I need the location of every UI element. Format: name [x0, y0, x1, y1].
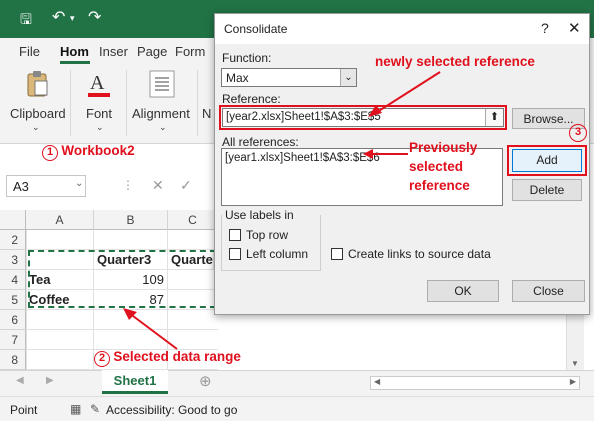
reference-label: Reference: [222, 92, 281, 106]
ok-button[interactable]: OK [427, 280, 499, 302]
help-button[interactable]: ? [541, 20, 549, 36]
close-button[interactable]: Close [512, 280, 585, 302]
annotation-previous-1: Previously [409, 140, 478, 155]
close-icon[interactable]: ✕ [568, 19, 581, 37]
annotation-previous-3: reference [409, 178, 470, 193]
redo-icon[interactable]: ↷ [88, 7, 101, 27]
tab-insert[interactable]: Inser [99, 44, 128, 59]
function-label: Function: [222, 51, 272, 65]
annotation-previous-2: selected [409, 159, 464, 174]
annotation-text: Workbook2 [61, 143, 135, 158]
accessibility-icon[interactable]: ✎ [90, 402, 100, 416]
name-box-value: A3 [13, 179, 29, 194]
reference-value: [year2.xlsx]Sheet1!$A$3:$E$5 [226, 111, 381, 123]
create-links-label[interactable]: Create links to source data [348, 247, 491, 261]
alignment-group[interactable]: Alignment ⌄ [130, 70, 194, 138]
scroll-left-icon[interactable]: ◀ [16, 375, 24, 386]
tab-page-layout[interactable]: Page [137, 44, 167, 59]
annotation-number: 1 [42, 145, 58, 161]
ribbon-separator [126, 70, 127, 136]
scroll-right-icon[interactable]: ▶ [46, 375, 54, 386]
row-header[interactable]: 3 [0, 250, 26, 270]
enter-icon[interactable]: ✓ [180, 177, 192, 194]
row-header[interactable]: 7 [0, 330, 26, 350]
function-select[interactable]: Max ⌄ [221, 68, 357, 87]
use-labels-group [221, 215, 321, 271]
all-references-label: All references: [222, 135, 299, 149]
annotation-add-number: 3 [569, 124, 587, 142]
annotation-number: 2 [94, 351, 110, 367]
chevron-down-icon[interactable]: ⌄ [340, 69, 356, 86]
chevron-down-icon: ⌄ [75, 178, 84, 189]
delete-button[interactable]: Delete [512, 179, 582, 201]
annotation-range: 2 Selected data range [94, 349, 241, 367]
font-group[interactable]: A Font ⌄ [78, 70, 122, 138]
add-sheet-icon[interactable]: ⊕ [199, 372, 212, 390]
previous-reference-arrow-icon [363, 149, 408, 159]
clipboard-group[interactable]: Clipboard ⌄ [8, 70, 66, 138]
undo-icon[interactable]: ↶ [52, 7, 65, 27]
ribbon-separator [70, 70, 71, 136]
svg-text:A: A [90, 72, 105, 94]
save-icon[interactable]: 🖫 [20, 9, 32, 33]
row-header[interactable]: 2 [0, 230, 26, 250]
top-row-checkbox[interactable] [229, 229, 241, 241]
status-accessibility[interactable]: Accessibility: Good to go [106, 403, 237, 417]
top-row-label[interactable]: Top row [246, 228, 288, 242]
left-column-label[interactable]: Left column [246, 247, 308, 261]
ribbon-separator [197, 70, 198, 136]
undo-dropdown-icon[interactable]: ▾ [70, 13, 75, 24]
horizontal-scrollbar[interactable]: ◀ ▶ [370, 376, 580, 390]
left-column-checkbox[interactable] [229, 248, 241, 260]
tab-home[interactable]: Hom [60, 44, 89, 59]
dialog-title: Consolidate [224, 22, 288, 36]
font-label: Font [86, 106, 113, 121]
collapse-dialog-icon[interactable]: ⬆ [485, 109, 503, 126]
number-label: N [202, 106, 212, 121]
selected-range-marquee [28, 250, 216, 308]
column-header-c[interactable]: C [168, 210, 218, 230]
chevron-down-icon: ⌄ [32, 122, 40, 132]
row-header[interactable]: 5 [0, 290, 26, 310]
range-arrow-icon [123, 308, 178, 350]
new-reference-arrow-icon [368, 71, 441, 117]
cancel-icon[interactable]: ✕ [152, 177, 164, 194]
scroll-down-icon[interactable]: ▼ [571, 359, 579, 368]
create-links-checkbox[interactable] [331, 248, 343, 260]
font-icon: A [88, 72, 110, 97]
scroll-right-icon[interactable]: ▶ [570, 377, 576, 386]
status-mode: Point [10, 403, 38, 417]
alignment-icon [149, 70, 175, 98]
chevron-down-icon: ⌄ [159, 122, 167, 132]
tab-file[interactable]: File [19, 44, 40, 59]
clipboard-label: Clipboard [10, 106, 66, 121]
column-header-a[interactable]: A [26, 210, 94, 230]
function-value: Max [226, 71, 249, 85]
list-item[interactable]: [year1.xlsx]Sheet1!$A$3:$E$6 [225, 152, 380, 164]
add-button[interactable]: Add [512, 149, 582, 172]
scroll-left-icon[interactable]: ◀ [374, 377, 380, 386]
number-group[interactable]: N [200, 70, 214, 138]
chevron-down-icon: ⌄ [96, 122, 104, 132]
row-header[interactable]: 4 [0, 270, 26, 290]
annotation-workbook: 1 Workbook2 [42, 143, 135, 161]
name-box[interactable]: A3 ⌄ [6, 175, 86, 197]
alignment-label: Alignment [132, 106, 190, 121]
annotation-text: Selected data range [113, 349, 241, 364]
clipboard-icon [27, 71, 48, 97]
select-all-corner[interactable] [0, 210, 26, 230]
annotation-new-reference: newly selected reference [375, 54, 535, 69]
sheet-tab-sheet1[interactable]: Sheet1 [102, 370, 168, 394]
row-header[interactable]: 6 [0, 310, 26, 330]
row-header[interactable]: 8 [0, 350, 26, 370]
macro-icon[interactable]: ▦ [70, 402, 81, 416]
column-header-b[interactable]: B [94, 210, 168, 230]
formula-bar-divider-icon: ⋮ [122, 178, 134, 192]
tab-formulas[interactable]: Form [175, 44, 205, 59]
